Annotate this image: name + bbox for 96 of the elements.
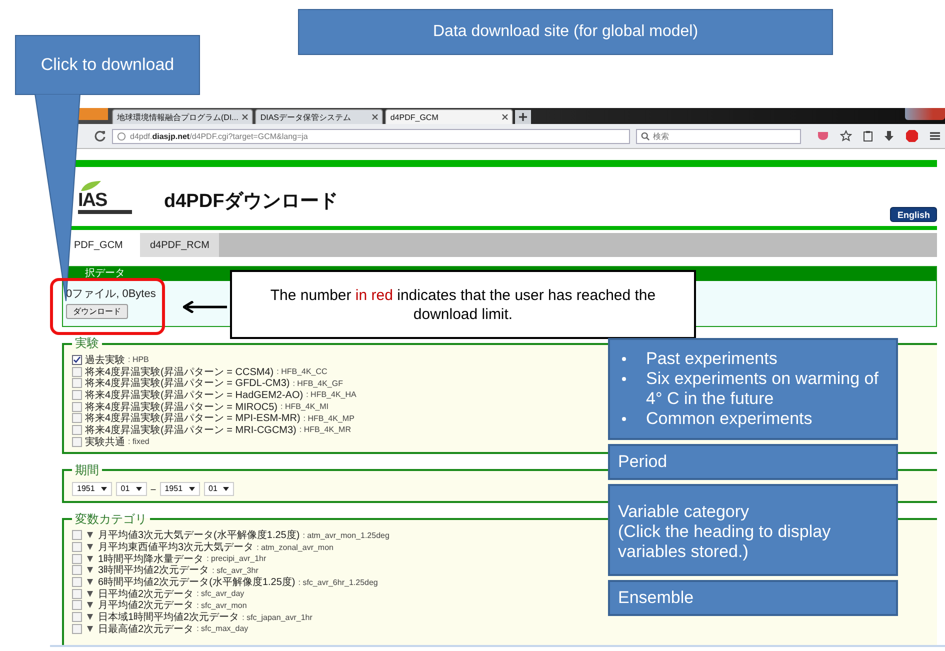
close-icon[interactable] — [242, 114, 248, 120]
annotation-text: Six experiments on warming of 4° C in the future — [646, 369, 880, 409]
variable-label[interactable]: 日本域1時間平均値2次元データ — [98, 610, 240, 624]
experiment-label: 将来4度昇温実験(昇温パターン = CCSM4) — [85, 366, 274, 378]
checkbox[interactable] — [72, 354, 82, 365]
clipboard-icon[interactable] — [863, 130, 873, 142]
checkbox[interactable] — [72, 542, 82, 552]
new-tab-icon[interactable] — [515, 110, 532, 124]
checkbox[interactable] — [72, 588, 82, 599]
section-legend: 期間 — [72, 462, 102, 478]
stop-sign-icon[interactable] — [905, 129, 919, 143]
download-callout: Click to download — [15, 35, 200, 95]
leaf-icon — [80, 180, 102, 192]
experiment-label: 将来4度昇温実験(昇温パターン = GFDL-CM3) — [85, 377, 290, 390]
experiment-code: : HFB_4K_MI — [280, 402, 329, 412]
experiment-code: : HFB_4K_CC — [276, 367, 328, 376]
checkbox[interactable] — [72, 413, 82, 424]
search-input[interactable]: 検索 — [653, 132, 793, 140]
annotation-box: Variable category (Click the heading to display variables stored.) — [608, 484, 898, 576]
variable-label[interactable]: 1時間平均降水量データ — [98, 552, 204, 566]
experiment-label: 将来4度昇温実験(昇温パターン = MRI-CGCM3) — [85, 424, 296, 436]
checkbox[interactable] — [72, 530, 82, 540]
checkbox[interactable] — [72, 577, 82, 588]
variable-code: : precipi_avr_1hr — [206, 554, 266, 564]
experiment-label: 将来4度昇温実験(昇温パターン = MIROC5) — [85, 400, 278, 413]
close-icon[interactable] — [502, 114, 508, 120]
download-icon[interactable] — [884, 130, 894, 142]
range-separator: – — [150, 484, 156, 494]
month-select[interactable]: 01 — [204, 482, 234, 496]
year-select[interactable]: 1951 — [160, 482, 200, 496]
variable-code: : sfc_max_day — [196, 624, 248, 634]
address-bar[interactable]: d4pdf.diasjp.net/d4PDF.cgi?target=GCM&lang=ja — [112, 128, 630, 144]
reload-icon[interactable] — [94, 130, 106, 142]
experiment-label: 将来4度昇温実験(昇温パターン = MPI-ESM-MR) — [85, 412, 300, 424]
checkbox[interactable] — [72, 554, 82, 564]
browser-tab[interactable]: DIASデータ保管システム — [255, 109, 384, 124]
annotation-box: Ensemble — [608, 580, 898, 616]
checkbox[interactable] — [72, 366, 82, 377]
variable-code: : atm_avr_mon_1.25deg — [302, 530, 390, 540]
page-tab[interactable]: d4PDF_RCM — [140, 233, 220, 257]
search-field[interactable]: 検索 — [636, 128, 801, 144]
variable-label[interactable]: 日平均値2次元データ — [98, 586, 194, 601]
experiment-code: : HFB_4K_MR — [299, 425, 351, 434]
star-icon[interactable] — [840, 130, 852, 142]
experiment-label: 実験共通 — [85, 436, 125, 449]
variable-label[interactable]: 6時間平均値2次元データ(水平解像度1.25度) — [98, 575, 296, 590]
checkbox[interactable] — [72, 390, 82, 400]
page-title: d4PDFダウンロード — [164, 190, 338, 214]
checkbox[interactable] — [72, 378, 82, 388]
variable-label[interactable]: 月平均東西値平均3次元大気データ — [98, 540, 254, 554]
logo-stripe — [78, 210, 132, 214]
variable-code: : atm_zonal_avr_mon — [256, 542, 334, 552]
checkbox[interactable] — [72, 600, 82, 610]
menu-icon[interactable] — [930, 131, 940, 141]
variable-code: : sfc_japan_avr_1hr — [242, 612, 312, 622]
annotation-box: Period — [608, 444, 898, 480]
variable-label[interactable]: 月平均値2次元データ — [98, 598, 194, 612]
checkbox[interactable] — [72, 565, 82, 576]
experiment-code: : HPB — [128, 355, 149, 364]
experiment-code: : HFB_4K_GF — [292, 378, 343, 388]
variable-code: : sfc_avr_6hr_1.25deg — [298, 578, 378, 587]
section-legend: 変数カテゴリ — [72, 510, 150, 528]
browser-tab[interactable]: 地球環境情報融合プログラム(DI... — [112, 109, 254, 124]
experiment-code: : HFB_4K_HA — [306, 390, 356, 400]
checkbox[interactable] — [72, 436, 82, 447]
language-button[interactable]: English — [890, 207, 937, 222]
close-icon[interactable] — [372, 114, 378, 120]
variable-label[interactable]: 3時間平均値2次元データ — [98, 563, 210, 578]
annotation-text: Past experiments — [646, 349, 778, 369]
annotation-text: Common experiments — [646, 409, 812, 429]
variable-label[interactable]: 日最高値2次元データ — [98, 622, 194, 636]
variable-code: : sfc_avr_mon — [196, 600, 247, 610]
bullet-icon — [622, 417, 626, 421]
checkbox[interactable] — [72, 612, 82, 622]
month-select[interactable]: 01 — [116, 482, 147, 496]
search-icon — [641, 132, 650, 140]
slide-title: Data download site (for global model) — [298, 9, 833, 55]
checkbox[interactable] — [72, 624, 82, 634]
experiment-label: 過去実験 — [85, 354, 125, 366]
checkbox[interactable] — [72, 402, 82, 412]
experiment-label: 将来4度昇温実験(昇温パターン = HadGEM2-AO) — [85, 388, 304, 402]
browser-tab[interactable]: d4PDF_GCM — [385, 109, 514, 124]
variable-code: : sfc_avr_3hr — [212, 566, 258, 575]
bullet-icon — [622, 357, 626, 361]
year-select[interactable]: 1951 — [72, 482, 112, 496]
experiment-code: : HFB_4K_MP — [303, 414, 354, 423]
limit-note: The number in red indicates that the user has reached the download limit. — [230, 270, 696, 339]
download-button[interactable]: ダウンロード — [66, 304, 128, 319]
section-legend: 実験 — [72, 335, 102, 352]
logo: IAS — [78, 192, 108, 210]
variable-label[interactable]: 月平均値3次元大気データ(水平解像度1.25度) — [98, 528, 300, 542]
bullet-icon — [622, 377, 626, 381]
checkbox[interactable] — [72, 424, 82, 435]
left-arrow — [183, 301, 227, 313]
experiment-code: : fixed — [128, 437, 150, 446]
variable-code: : sfc_avr_day — [196, 589, 244, 598]
